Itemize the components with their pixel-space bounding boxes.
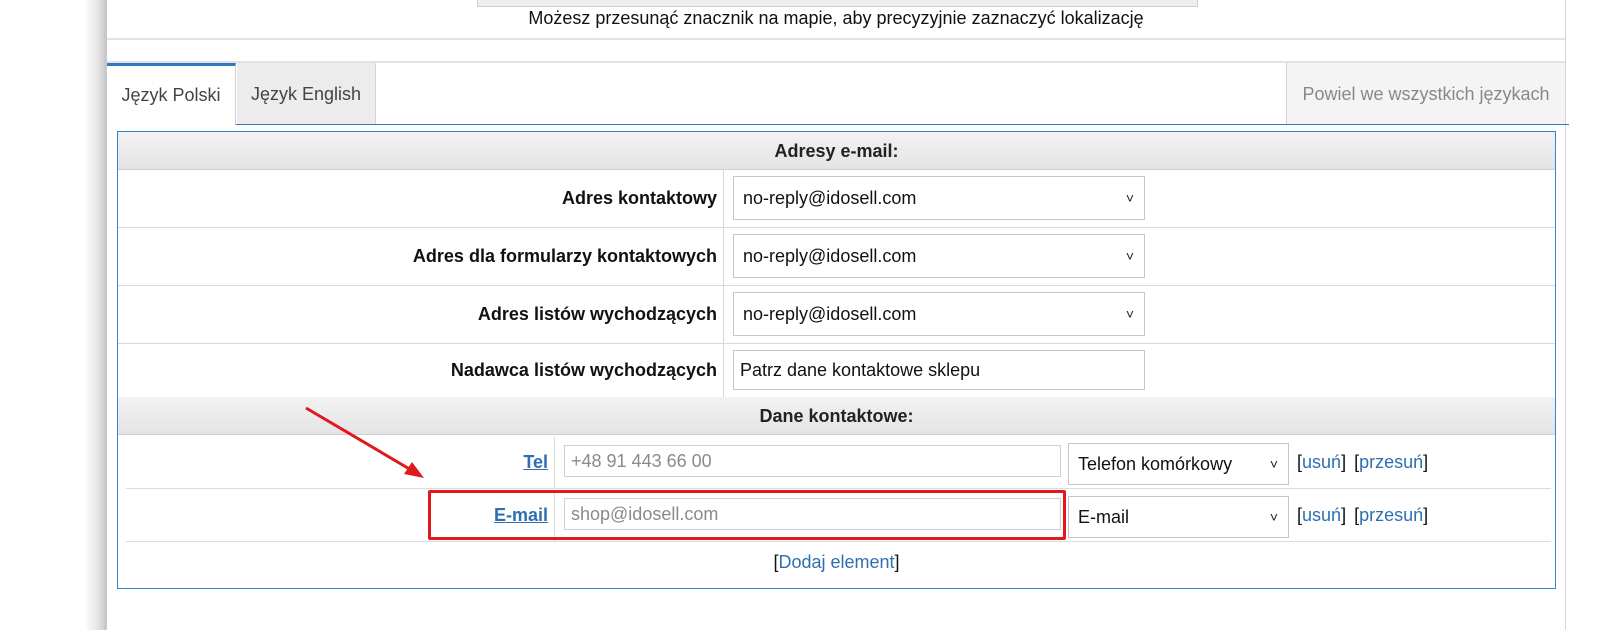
form-row: Nadawca listów wychodzących Patrz dane k… xyxy=(118,344,1555,398)
divider xyxy=(107,38,1565,40)
tab-polish[interactable]: Język Polski xyxy=(107,63,236,125)
contact-row-email: E-mail shop@idosell.com E-mail ˅ [usuń] … xyxy=(126,490,1551,542)
contact-forms-address-select[interactable]: no-reply@idosell.com ˅ xyxy=(733,234,1145,278)
email-input[interactable]: shop@idosell.com xyxy=(564,498,1061,530)
contact-address-select[interactable]: no-reply@idosell.com ˅ xyxy=(733,176,1145,220)
select-value: no-reply@idosell.com xyxy=(743,246,917,266)
chevron-down-icon: ˅ xyxy=(1125,190,1134,206)
outgoing-sender-field[interactable]: Patrz dane kontaktowe sklepu xyxy=(733,350,1145,390)
tabs-underline xyxy=(236,124,1569,125)
chevron-down-icon: ˅ xyxy=(1125,306,1134,322)
select-value: no-reply@idosell.com xyxy=(743,188,917,208)
add-element-link[interactable]: Dodaj element xyxy=(778,552,894,572)
field-label: Adres kontaktowy xyxy=(118,170,724,227)
chevron-down-icon: ˅ xyxy=(1269,509,1278,525)
row-actions: [usuń] [przesuń] xyxy=(1297,490,1428,541)
bracket-close: ] xyxy=(1341,452,1347,472)
contact-label-cell: Tel xyxy=(126,437,555,488)
chevron-down-icon: ˅ xyxy=(1125,248,1134,264)
bracket-close: ] xyxy=(1423,505,1429,525)
tab-english[interactable]: Język English xyxy=(237,63,376,125)
duplicate-all-languages-button[interactable]: Powiel we wszystkich językach xyxy=(1286,63,1565,125)
select-value: E-mail xyxy=(1078,507,1130,527)
bracket-close: ] xyxy=(1341,505,1347,525)
language-content-box: Adresy e-mail: Adres kontaktowy no-reply… xyxy=(117,131,1556,589)
phone-type-select[interactable]: Telefon komórkowy ˅ xyxy=(1068,443,1289,485)
email-label-link[interactable]: E-mail xyxy=(494,505,548,526)
email-section-header: Adresy e-mail: xyxy=(118,132,1555,170)
remove-link[interactable]: usuń xyxy=(1302,452,1341,473)
move-link[interactable]: przesuń xyxy=(1359,505,1423,526)
settings-panel: Możesz przesunąć znacznik na mapie, aby … xyxy=(104,0,1569,630)
contact-row-phone: Tel +48 91 443 66 00 Telefon komórkowy ˅… xyxy=(126,437,1551,489)
form-row: Adres listów wychodzących no-reply@idose… xyxy=(118,286,1555,344)
map-hint: Możesz przesunąć znacznik na mapie, aby … xyxy=(528,8,1144,28)
map-bottom-edge xyxy=(477,0,1198,7)
page-shadow xyxy=(0,0,104,630)
select-value: Telefon komórkowy xyxy=(1078,454,1233,474)
contact-label-cell: E-mail xyxy=(126,490,555,541)
language-tabs: Język Polski Język English Powiel we wsz… xyxy=(107,63,1565,125)
bracket-close: ] xyxy=(1423,452,1429,472)
field-label: Adres dla formularzy kontaktowych xyxy=(118,228,724,285)
bracket-close: ] xyxy=(894,552,900,572)
form-row: Adres kontaktowy no-reply@idosell.com ˅ xyxy=(118,170,1555,228)
remove-link[interactable]: usuń xyxy=(1302,505,1341,526)
chevron-down-icon: ˅ xyxy=(1269,456,1278,472)
field-label: Adres listów wychodzących xyxy=(118,286,724,343)
email-type-select[interactable]: E-mail ˅ xyxy=(1068,496,1289,538)
contact-section-header: Dane kontaktowe: xyxy=(118,397,1555,435)
phone-label-link[interactable]: Tel xyxy=(523,452,548,473)
field-label: Nadawca listów wychodzących xyxy=(118,344,724,397)
phone-input[interactable]: +48 91 443 66 00 xyxy=(564,445,1061,477)
move-link[interactable]: przesuń xyxy=(1359,452,1423,473)
outgoing-address-select[interactable]: no-reply@idosell.com ˅ xyxy=(733,292,1145,336)
add-element-row: [Dodaj element] xyxy=(118,552,1555,573)
row-actions: [usuń] [przesuń] xyxy=(1297,437,1428,488)
select-value: no-reply@idosell.com xyxy=(743,304,917,324)
form-row: Adres dla formularzy kontaktowych no-rep… xyxy=(118,228,1555,286)
